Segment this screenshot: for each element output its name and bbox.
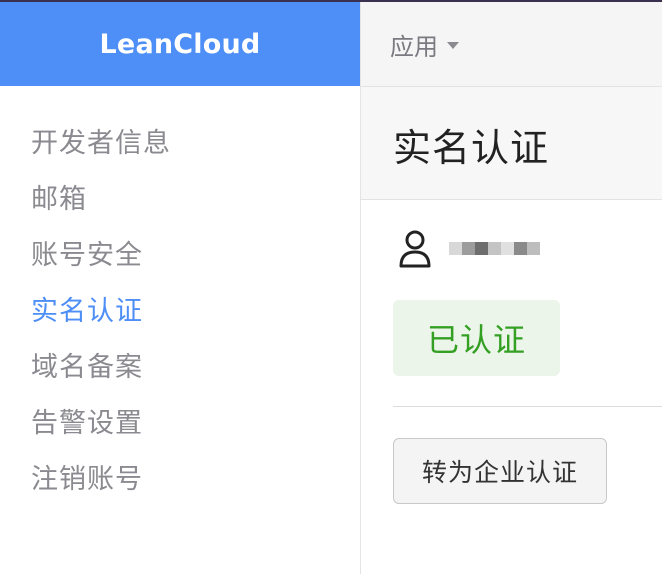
sidebar-item-email[interactable]: 邮箱 [0, 172, 360, 228]
app-window: LeanCloud 开发者信息 邮箱 账号安全 实名认证 域名备案 告警设置 注… [0, 0, 662, 574]
top-navbar: 应用 [361, 2, 662, 87]
sidebar-nav: 开发者信息 邮箱 账号安全 实名认证 域名备案 告警设置 注销账号 [0, 86, 360, 508]
convert-to-enterprise-button[interactable]: 转为企业认证 [393, 438, 607, 504]
user-icon [399, 230, 431, 268]
sidebar-item-developer-info[interactable]: 开发者信息 [0, 116, 360, 172]
sidebar-item-delete-account[interactable]: 注销账号 [0, 452, 360, 508]
masked-username [449, 241, 540, 255]
verified-status-badge: 已认证 [393, 300, 560, 376]
brand-logo-text: LeanCloud [99, 28, 261, 60]
user-info-row [397, 228, 540, 268]
sidebar-item-domain-filing[interactable]: 域名备案 [0, 340, 360, 396]
app-menu-dropdown[interactable]: 应用 [390, 27, 459, 62]
page-title: 实名认证 [393, 126, 550, 170]
page-header: 实名认证 [361, 87, 662, 200]
main-content: 应用 实名认证 已认证 转为企业认证 [361, 2, 662, 574]
app-menu-label: 应用 [390, 32, 438, 61]
sidebar-item-real-name-verification[interactable]: 实名认证 [0, 284, 360, 340]
sidebar: LeanCloud 开发者信息 邮箱 账号安全 实名认证 域名备案 告警设置 注… [0, 2, 360, 574]
content-divider [393, 406, 662, 407]
sidebar-item-account-security[interactable]: 账号安全 [0, 228, 360, 284]
sidebar-item-alert-settings[interactable]: 告警设置 [0, 396, 360, 452]
caret-down-icon [447, 42, 459, 49]
brand-header[interactable]: LeanCloud [0, 2, 360, 86]
